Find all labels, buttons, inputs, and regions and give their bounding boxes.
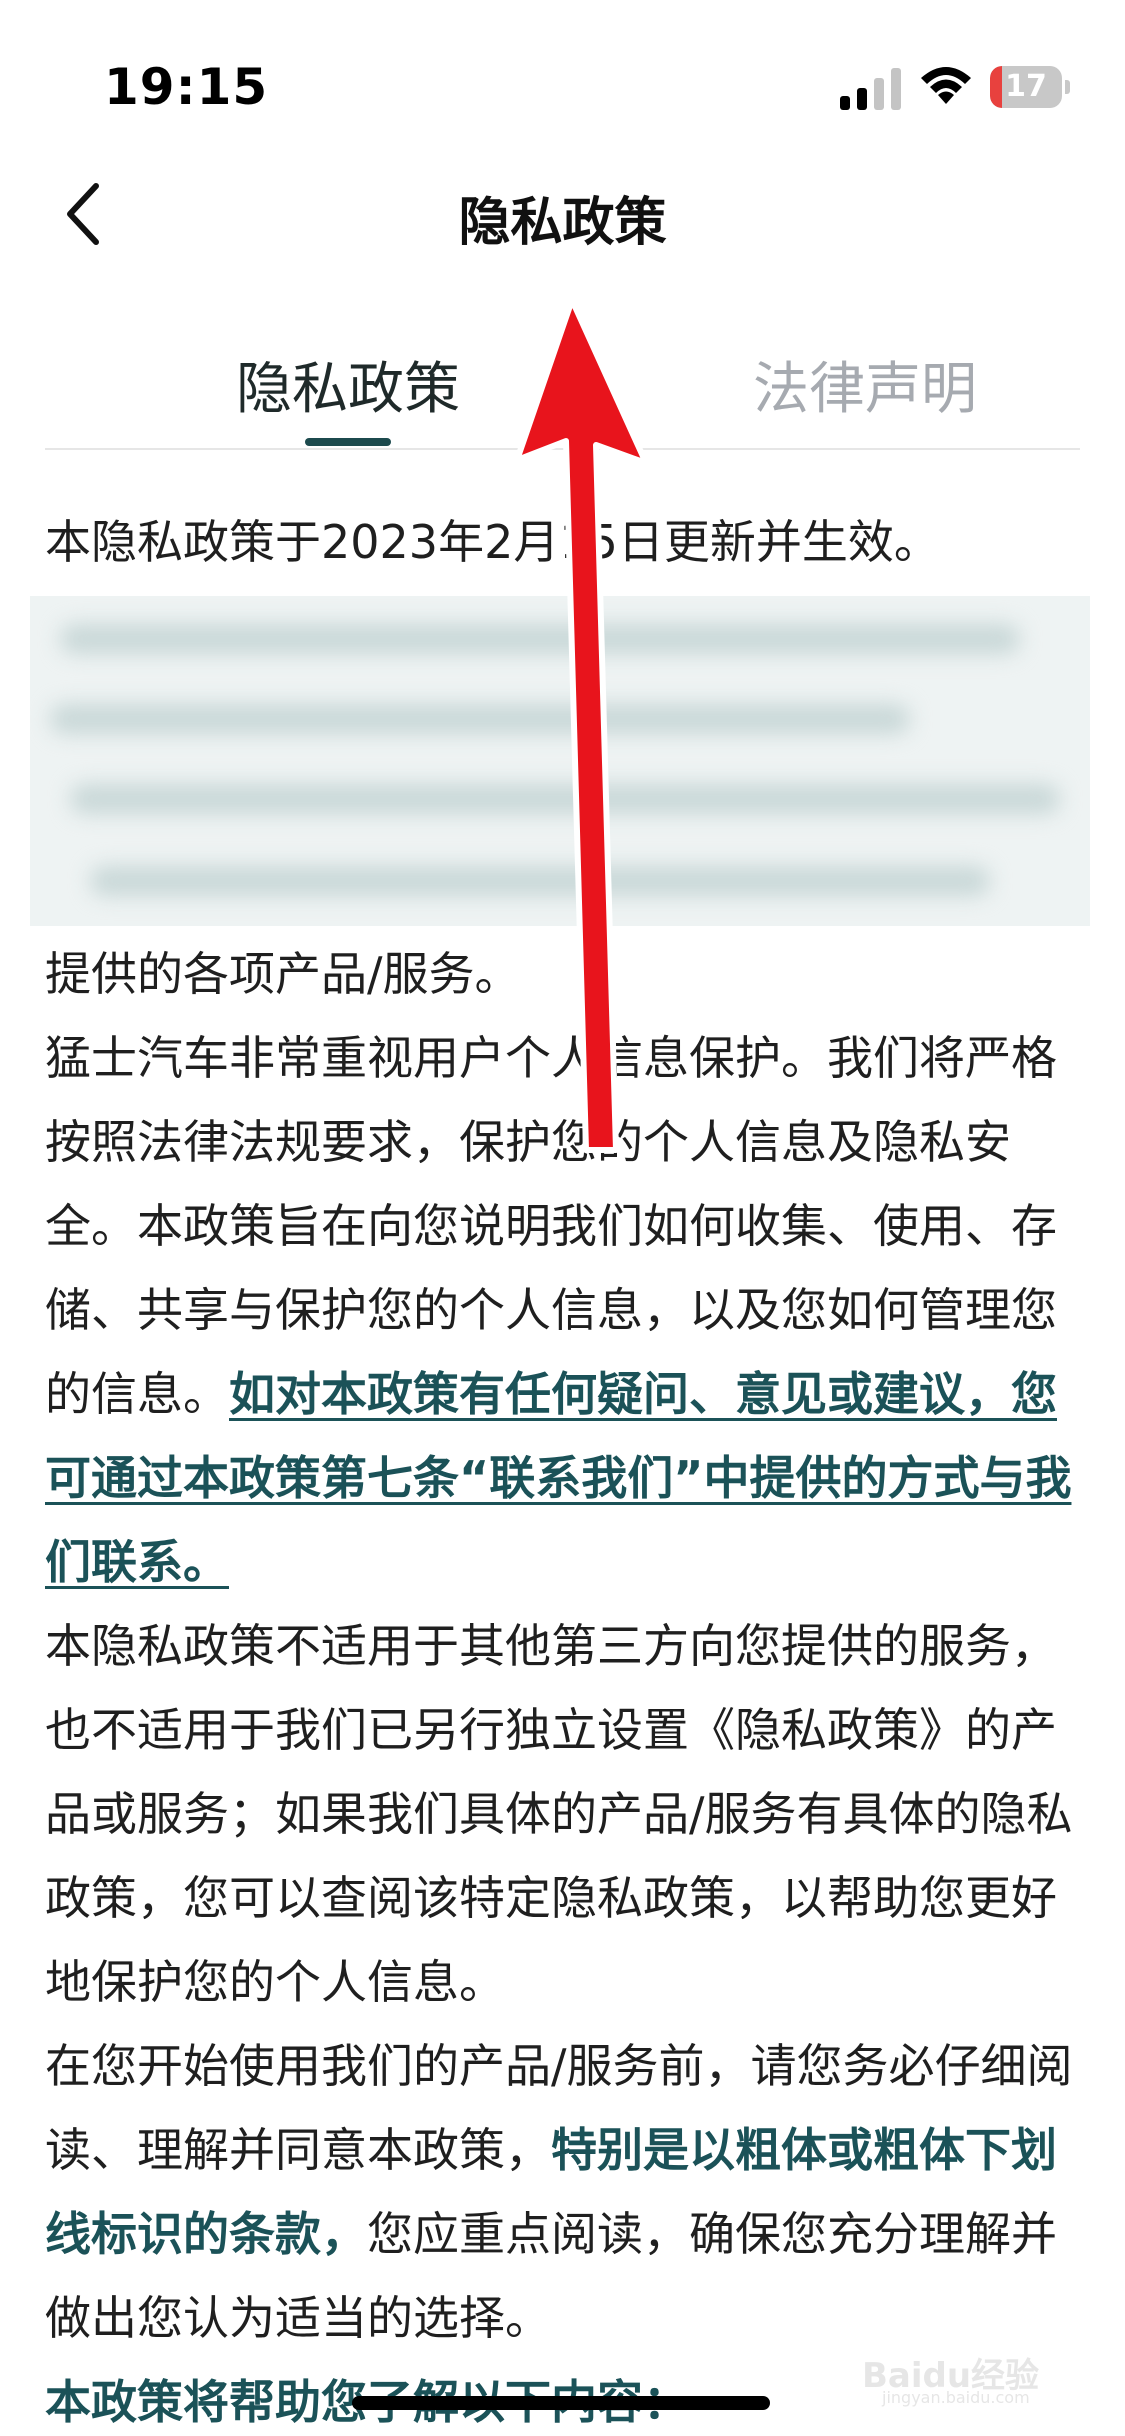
paragraph-intro: 猛士汽车非常重视用户个人信息保护。我们将严格按照法律法规要求，保护您的个人信息及… <box>45 1016 1080 1604</box>
baidu-watermark-logo: Baidu经验 jingyan.baidu.com <box>862 2318 1072 2407</box>
screen: 19:15 17 隐私政策 隐私政策 法律声明 本隐私政策于2023年2月15日… <box>0 0 1125 2436</box>
nav-bar: 隐私政策 <box>0 150 1125 280</box>
effective-date-text: 本隐私政策于2023年2月15日更新并生效。 <box>45 515 940 569</box>
paragraph-scope: 本隐私政策不适用于其他第三方向您提供的服务，也不适用于我们已另行独立设置《隐私政… <box>45 1619 1073 2009</box>
battery-level: 17 <box>1005 69 1047 104</box>
page-title: 隐私政策 <box>458 193 667 253</box>
watermark-sub: jingyan.baidu.com <box>882 2388 1030 2407</box>
status-time: 19:15 <box>104 58 269 116</box>
tab-legal-statement[interactable]: 法律声明 <box>665 344 1065 425</box>
home-indicator[interactable] <box>352 2396 770 2410</box>
redacted-blurred-text <box>30 596 1090 926</box>
cellular-signal-icon <box>840 68 901 110</box>
wifi-icon <box>921 67 971 104</box>
paragraph-intro-text: 猛士汽车非常重视用户个人信息保护。我们将严格按照法律法规要求，保护您的个人信息及… <box>45 1031 1057 1421</box>
active-tab-indicator <box>305 438 391 446</box>
status-bar: 19:15 17 <box>0 0 1125 150</box>
battery-indicator: 17 <box>990 66 1070 108</box>
tab-privacy-policy[interactable]: 隐私政策 <box>148 344 548 425</box>
paragraph-products: 提供的各项产品/服务。 <box>45 947 521 1001</box>
paragraph-read-before-use: 在您开始使用我们的产品/服务前，请您务必仔细阅读、理解并同意本政策，特别是以粗体… <box>45 2024 1080 2360</box>
policy-content: 本隐私政策于2023年2月15日更新并生效。 提供的各项产品/服务。 猛士汽车非… <box>30 500 1090 2436</box>
tab-bar: 隐私政策 法律声明 <box>45 330 1080 450</box>
